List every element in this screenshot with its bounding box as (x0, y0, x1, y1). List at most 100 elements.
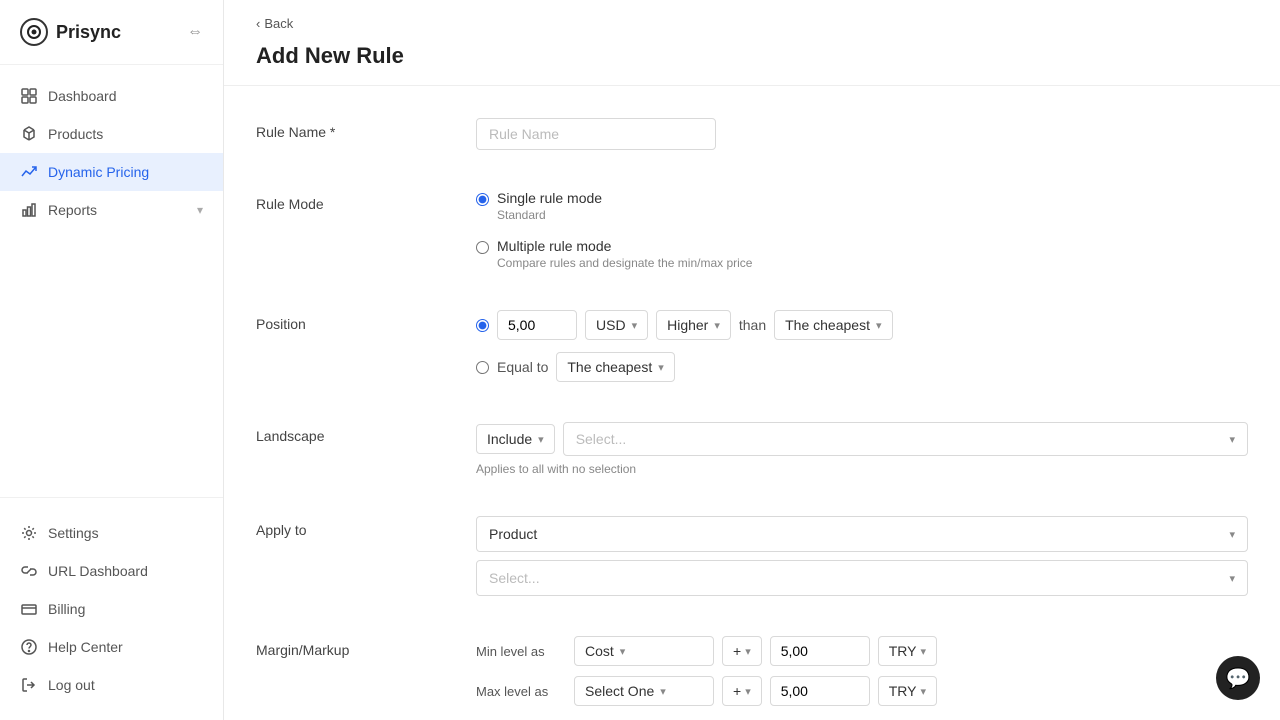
sidebar-item-reports-label: Reports (48, 202, 187, 218)
margin-field: Min level as Cost ▾ + ▾ TRY ▾ (476, 636, 1248, 716)
sidebar-item-products[interactable]: Products (0, 115, 223, 153)
logout-icon (20, 676, 38, 694)
grid-icon (20, 87, 38, 105)
min-level-operator-value: + (733, 643, 741, 659)
single-rule-mode-option[interactable]: Single rule mode Standard (476, 190, 1248, 222)
single-rule-mode-text: Single rule mode Standard (497, 190, 602, 222)
min-level-value-input[interactable] (770, 636, 870, 666)
box-icon (20, 125, 38, 143)
min-level-type-dropdown[interactable]: Cost ▾ (574, 636, 714, 666)
chevron-down-icon: ▾ (197, 203, 203, 217)
min-level-label: Min level as (476, 644, 566, 659)
apply-to-type-dropdown[interactable]: Product ▾ (476, 516, 1248, 552)
min-level-currency-chevron-icon: ▾ (920, 645, 926, 658)
position-row2-radio[interactable] (476, 361, 489, 374)
single-rule-mode-radio[interactable] (476, 193, 489, 206)
main-content: ‹ Back Add New Rule Rule Name * Rule Mod… (224, 0, 1280, 720)
sidebar-item-reports[interactable]: Reports ▾ (0, 191, 223, 229)
max-level-row: Max level as Select One ▾ + ▾ TRY ▾ (476, 676, 1248, 706)
max-level-currency-dropdown[interactable]: TRY ▾ (878, 676, 937, 706)
multiple-rule-mode-description: Compare rules and designate the min/max … (497, 256, 752, 270)
equal-competitor-chevron-icon: ▾ (658, 361, 664, 374)
rule-name-section: Rule Name * (256, 118, 1248, 150)
landscape-select[interactable]: Select... ▾ (563, 422, 1248, 456)
sidebar-item-dashboard[interactable]: Dashboard (0, 77, 223, 115)
currency-chevron-icon: ▾ (632, 319, 638, 332)
direction-dropdown[interactable]: Higher ▾ (656, 310, 731, 340)
landscape-filter-chevron-icon: ▾ (538, 433, 544, 446)
sidebar-item-url-dashboard[interactable]: URL Dashboard (0, 552, 223, 590)
apply-to-section: Apply to Product ▾ Select... ▾ (256, 516, 1248, 596)
multiple-rule-mode-label: Multiple rule mode (497, 238, 752, 254)
position-label: Position (256, 310, 476, 382)
sidebar-collapse-icon[interactable]: ⇔ (187, 23, 203, 41)
settings-icon (20, 524, 38, 542)
back-chevron-icon: ‹ (256, 16, 260, 31)
landscape-section: Landscape Include ▾ Select... ▾ Applies … (256, 422, 1248, 476)
rule-mode-section: Rule Mode Single rule mode Standard Mult… (256, 190, 1248, 270)
rule-name-input[interactable] (476, 118, 716, 150)
sidebar-bottom: Settings URL Dashboard Billing (0, 497, 223, 720)
help-circle-icon (20, 638, 38, 656)
sidebar-item-settings[interactable]: Settings (0, 514, 223, 552)
page-title: Add New Rule (256, 43, 1248, 85)
logout-label: Log out (48, 677, 203, 693)
position-row1-radio[interactable] (476, 319, 489, 332)
landscape-row: Include ▾ Select... ▾ (476, 422, 1248, 456)
min-level-operator-dropdown[interactable]: + ▾ (722, 636, 762, 666)
equal-competitor-value: The cheapest (567, 359, 652, 375)
apply-to-value-chevron-icon: ▾ (1229, 572, 1235, 585)
position-field: USD ▾ Higher ▾ than The cheapest ▾ (476, 310, 1248, 382)
sidebar-item-help-center[interactable]: Help Center (0, 628, 223, 666)
multiple-rule-mode-radio[interactable] (476, 241, 489, 254)
max-level-type-chevron-icon: ▾ (660, 685, 666, 698)
chat-widget[interactable]: 💬 (1216, 656, 1260, 700)
rule-mode-field: Single rule mode Standard Multiple rule … (476, 190, 1248, 270)
apply-to-value-dropdown[interactable]: Select... ▾ (476, 560, 1248, 596)
link-icon (20, 562, 38, 580)
apply-to-field: Product ▾ Select... ▾ (476, 516, 1248, 596)
sidebar-item-billing-label: Billing (48, 601, 203, 617)
competitor-chevron-icon: ▾ (876, 319, 882, 332)
chat-icon: 💬 (1226, 666, 1251, 691)
landscape-filter-dropdown[interactable]: Include ▾ (476, 424, 555, 454)
max-level-operator-dropdown[interactable]: + ▾ (722, 676, 762, 706)
apply-to-label: Apply to (256, 516, 476, 596)
logout-button[interactable]: Log out (0, 666, 223, 704)
equal-competitor-dropdown[interactable]: The cheapest ▾ (556, 352, 674, 382)
sidebar-item-settings-label: Settings (48, 525, 203, 541)
min-level-currency-value: TRY (889, 643, 917, 659)
rule-mode-radio-group: Single rule mode Standard Multiple rule … (476, 190, 1248, 270)
min-level-type-chevron-icon: ▾ (620, 645, 626, 658)
page-header: ‹ Back Add New Rule (224, 0, 1280, 86)
max-level-type-value: Select One (585, 683, 654, 699)
landscape-filter-value: Include (487, 431, 532, 447)
logo-icon (20, 18, 48, 46)
max-level-currency-value: TRY (889, 683, 917, 699)
min-level-row: Min level as Cost ▾ + ▾ TRY ▾ (476, 636, 1248, 666)
multiple-rule-mode-option[interactable]: Multiple rule mode Compare rules and des… (476, 238, 1248, 270)
trending-up-icon (20, 163, 38, 181)
sidebar-item-url-dashboard-label: URL Dashboard (48, 563, 203, 579)
min-level-currency-dropdown[interactable]: TRY ▾ (878, 636, 937, 666)
than-label: than (739, 317, 766, 333)
position-row-1: USD ▾ Higher ▾ than The cheapest ▾ (476, 310, 1248, 340)
position-value-input[interactable] (497, 310, 577, 340)
rule-mode-label: Rule Mode (256, 190, 476, 270)
max-level-operator-value: + (733, 683, 741, 699)
sidebar-item-billing[interactable]: Billing (0, 590, 223, 628)
landscape-label: Landscape (256, 422, 476, 476)
sidebar-item-dynamic-pricing[interactable]: Dynamic Pricing (0, 153, 223, 191)
competitor-value: The cheapest (785, 317, 870, 333)
max-level-type-dropdown[interactable]: Select One ▾ (574, 676, 714, 706)
apply-to-type-chevron-icon: ▾ (1229, 528, 1235, 541)
form-content: Rule Name * Rule Mode Single rule mode S… (224, 86, 1280, 720)
direction-value: Higher (667, 317, 708, 333)
min-level-type-value: Cost (585, 643, 614, 659)
currency-dropdown[interactable]: USD ▾ (585, 310, 648, 340)
max-level-currency-chevron-icon: ▾ (920, 685, 926, 698)
competitor-dropdown[interactable]: The cheapest ▾ (774, 310, 892, 340)
max-level-value-input[interactable] (770, 676, 870, 706)
back-link[interactable]: ‹ Back (256, 16, 1248, 31)
landscape-field: Include ▾ Select... ▾ Applies to all wit… (476, 422, 1248, 476)
